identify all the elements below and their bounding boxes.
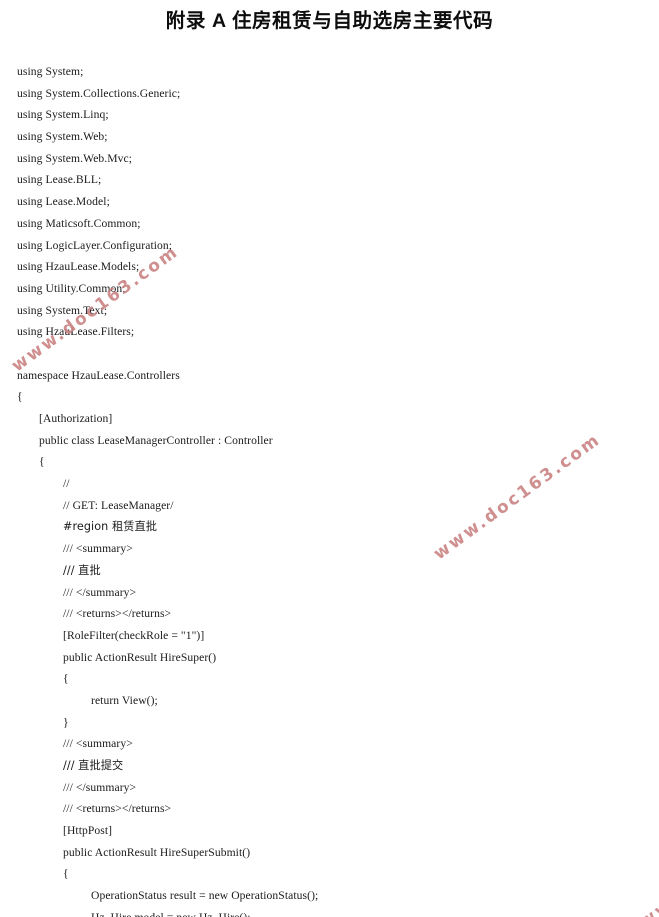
code-line: /// </summary> [63, 585, 137, 599]
code-line: return View(); [91, 693, 158, 707]
code-line: using HzauLease.Filters; [17, 325, 135, 339]
code-line: using Utility.Common; [17, 281, 126, 295]
code-line: namespace HzauLease.Controllers [17, 368, 180, 382]
code-line: using System.Web; [17, 130, 108, 144]
code-line: // GET: LeaseManager/ [63, 498, 174, 512]
document-page: 附录 A 住房租赁与自助选房主要代码 using System; using Sy… [0, 0, 659, 917]
code-line: // [63, 477, 70, 491]
code-line: /// </summary> [63, 780, 137, 794]
code-line: [HttpPost] [63, 824, 113, 838]
code-line: /// <summary> [63, 737, 133, 751]
code-line: public ActionResult HireSuper() [63, 650, 217, 664]
code-line: using Lease.Model; [17, 195, 110, 209]
code-line: } [63, 715, 69, 729]
code-line: using Maticsoft.Common; [17, 216, 141, 230]
code-line: using LogicLayer.Configuration; [17, 238, 173, 252]
code-line: { [63, 672, 69, 686]
code-line: using System.Web.Mvc; [17, 151, 133, 165]
code-line: public class LeaseManagerController : Co… [39, 433, 273, 447]
code-line: using HzauLease.Models; [17, 260, 140, 274]
code-line: { [39, 455, 45, 469]
code-line: { [63, 867, 69, 881]
code-line: using System.Linq; [17, 108, 109, 122]
code-line: [RoleFilter(checkRole = "1")] [63, 628, 205, 642]
code-line: /// 直批 [63, 563, 101, 577]
code-line: public ActionResult HireSuperSubmit() [63, 845, 251, 859]
code-line: using System.Collections.Generic; [17, 86, 181, 100]
code-line: /// <summary> [63, 542, 133, 556]
code-line: /// <returns></returns> [63, 802, 172, 816]
page-title: 附录 A 住房租赁与自助选房主要代码 [165, 10, 494, 32]
code-line: [Authorization] [39, 412, 113, 425]
code-line: /// <returns></returns> [63, 607, 172, 621]
code-line: using System.Text; [17, 303, 108, 317]
code-line: #region 租赁直批 [63, 520, 158, 534]
code-line: /// 直批提交 [63, 759, 124, 772]
code-line: Hz_Hire model = new Hz_Hire(); [0, 907, 659, 917]
code-line: using System; [17, 65, 84, 78]
code-line: using Lease.BLL; [17, 173, 102, 187]
code-line: OperationStatus result = new OperationSt… [91, 889, 319, 903]
code-listing: using System; using System.Collections.Ge… [0, 61, 659, 917]
code-line: { [17, 390, 23, 404]
